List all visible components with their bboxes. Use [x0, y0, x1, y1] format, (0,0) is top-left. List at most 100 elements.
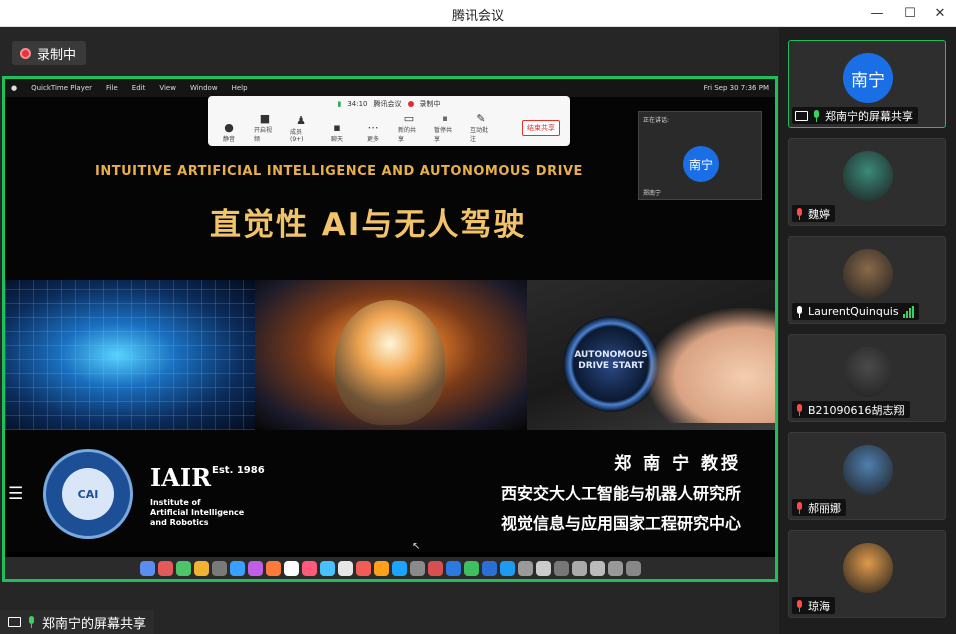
dock-app-icon[interactable]: [499, 560, 515, 576]
dock-app-icon[interactable]: [445, 560, 461, 576]
dock-app-icon[interactable]: [193, 560, 209, 576]
annotate-button[interactable]: ✎ 互动批注: [470, 112, 492, 144]
dock-app-icon[interactable]: [535, 560, 551, 576]
participant-label: 魏婷: [792, 205, 835, 222]
xjtu-logo: CAI: [43, 449, 133, 539]
participant-label: B21090616胡志翔: [792, 401, 910, 418]
screen-share-icon: [8, 617, 21, 627]
maximize-button[interactable]: ☐: [897, 3, 923, 23]
dock-app-icon[interactable]: [373, 560, 389, 576]
iair-sub-line-2: Artificial Intelligence: [150, 508, 245, 517]
iair-est: Est. 1986: [212, 465, 265, 476]
participant-tile[interactable]: 魏婷: [788, 138, 946, 226]
dock-app-icon[interactable]: [229, 560, 245, 576]
autonomous-button-text: AUTONOMOUS DRIVE START: [574, 350, 648, 371]
participant-tile[interactable]: LaurentQuinquis: [788, 236, 946, 324]
list-icon[interactable]: ☰: [8, 484, 23, 504]
mouse-cursor-icon: ↖: [412, 541, 421, 552]
dock-app-icon[interactable]: [553, 560, 569, 576]
dock-app-icon[interactable]: [247, 560, 263, 576]
participant-avatar: [843, 445, 893, 495]
dock-app-icon[interactable]: [481, 560, 497, 576]
window-title: 腾讯会议: [451, 9, 504, 24]
mac-clock: Fri Sep 30 7:36 PM: [703, 84, 769, 92]
dock-app-icon[interactable]: [589, 560, 605, 576]
participant-label: 郝丽娜: [792, 499, 846, 516]
mac-menu-app: QuickTime Player: [31, 84, 93, 92]
members-button[interactable]: ♟ 成员(9+): [290, 114, 312, 144]
microphone-muted-icon: [795, 403, 804, 416]
participant-tile[interactable]: 琼海: [788, 530, 946, 618]
dock-app-icon[interactable]: [517, 560, 533, 576]
participant-tile[interactable]: 郝丽娜: [788, 432, 946, 520]
new-share-button[interactable]: ▭ 新的共享: [398, 112, 420, 144]
slide-title-cn: 直觉性 AI与无人驾驶: [210, 207, 527, 243]
microphone-muted-icon: [795, 207, 804, 220]
dock-app-icon[interactable]: [319, 560, 335, 576]
presenter-institute: 西安交大人工智能与机器人研究所: [500, 484, 741, 503]
microphone-icon: ●: [224, 121, 234, 134]
chat-button[interactable]: ▪ 聊天: [326, 121, 348, 144]
pause-share-button[interactable]: ⏸ 暂停共享: [434, 113, 456, 144]
members-icon: ♟: [296, 114, 306, 127]
screen-share-name: 郑南宁的屏幕共享: [42, 616, 147, 632]
participant-tile[interactable]: 南宁 郑南宁的屏幕共享: [788, 40, 946, 128]
toolbar-rec-label: 录制中: [419, 100, 441, 108]
dock-app-icon[interactable]: [625, 560, 641, 576]
dock-app-icon[interactable]: [265, 560, 281, 576]
video-button[interactable]: ■ 开启视频: [254, 112, 276, 144]
share-icon: ▭: [403, 112, 415, 125]
dock-app-icon[interactable]: [463, 560, 479, 576]
chat-icon: ▪: [333, 121, 341, 134]
microphone-muted-icon: [795, 501, 804, 514]
mac-menu-help: Help: [231, 84, 248, 92]
audio-level-icon: [902, 305, 914, 318]
participant-avatar: [843, 249, 893, 299]
mac-menu-file: File: [106, 84, 118, 92]
dock-app-icon[interactable]: [139, 560, 155, 576]
mac-dock: [5, 557, 775, 579]
participant-avatar: 南宁: [843, 53, 893, 103]
participant-tile[interactable]: B21090616胡志翔: [788, 334, 946, 422]
mac-menu-bar: ● QuickTime Player File Edit View Window…: [5, 79, 775, 97]
annotate-icon: ✎: [476, 112, 486, 125]
dock-app-icon[interactable]: [427, 560, 443, 576]
dock-app-icon[interactable]: [175, 560, 191, 576]
dock-app-icon[interactable]: [391, 560, 407, 576]
autonomous-button-image: AUTONOMOUS DRIVE START: [527, 280, 775, 430]
participant-avatar: [843, 151, 893, 201]
dock-app-icon[interactable]: [157, 560, 173, 576]
minimize-button[interactable]: —: [864, 3, 890, 23]
recording-indicator[interactable]: 录制中: [12, 41, 87, 65]
microphone-icon: [795, 305, 804, 318]
dock-app-icon[interactable]: [607, 560, 623, 576]
participant-avatar: [843, 347, 893, 397]
slide-image-strip: AUTONOMOUS DRIVE START: [5, 280, 775, 430]
title-bar: 腾讯会议 — ☐ ✕: [0, 0, 956, 27]
record-dot-icon: [407, 101, 414, 107]
apple-icon: ●: [11, 84, 18, 92]
dock-app-icon[interactable]: [337, 560, 353, 576]
dock-app-icon[interactable]: [571, 560, 587, 576]
microphone-icon: [27, 616, 36, 628]
dock-app-icon[interactable]: [301, 560, 317, 576]
meeting-timer: 34:10: [347, 100, 368, 108]
end-share-button[interactable]: 结束共享: [522, 120, 560, 136]
meeting-app-name: 腾讯会议: [373, 100, 402, 108]
slide-title-en: INTUITIVE ARTIFICIAL INTELLIGENCE AND AU…: [95, 164, 583, 179]
participant-name: 魏婷: [808, 207, 830, 221]
dock-app-icon[interactable]: [355, 560, 371, 576]
more-button[interactable]: ⋯ 更多: [362, 122, 384, 144]
camera-off-icon: ■: [259, 112, 271, 125]
close-button[interactable]: ✕: [927, 3, 953, 23]
dock-app-icon[interactable]: [283, 560, 299, 576]
presenter-center: 视觉信息与应用国家工程研究中心: [500, 514, 741, 533]
signal-icon: ▮: [337, 100, 342, 108]
dock-app-icon[interactable]: [211, 560, 227, 576]
mute-button[interactable]: ● 静音: [218, 121, 240, 144]
microphone-muted-icon: [795, 599, 804, 612]
participant-name: LaurentQuinquis: [808, 305, 899, 318]
iair-logo: IAIR: [150, 463, 212, 492]
recording-label: 录制中: [37, 47, 77, 63]
dock-app-icon[interactable]: [409, 560, 425, 576]
